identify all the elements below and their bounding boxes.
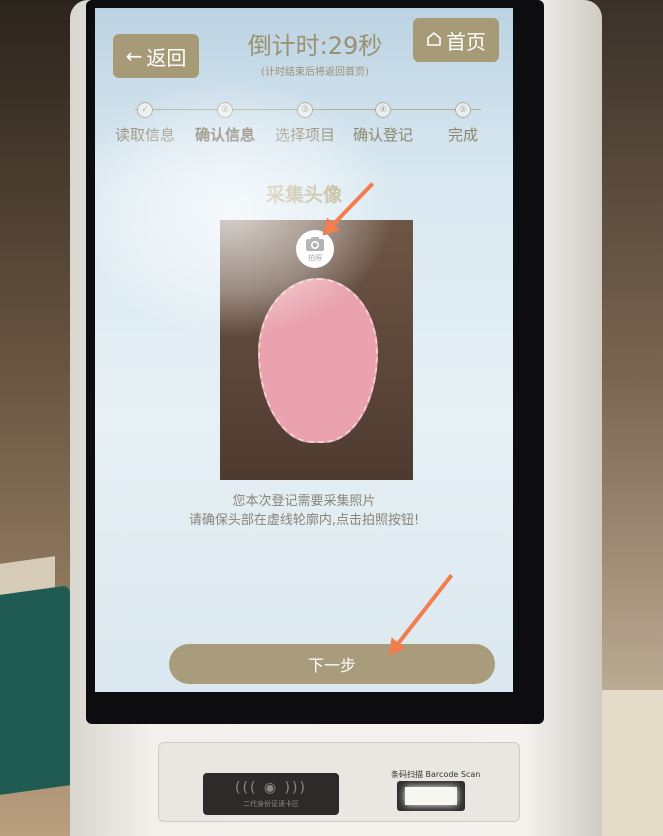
camera-caption: 拍照: [308, 253, 322, 262]
reader-caption: 二代身份证读卡区: [243, 799, 299, 808]
countdown-note: (计时结束后将返回首页): [261, 67, 369, 78]
barcode-scanner: [397, 781, 465, 811]
home-button[interactable]: 首页: [413, 18, 499, 62]
next-step-label: 下一步: [307, 656, 356, 675]
camera-preview: 拍照: [220, 220, 413, 480]
id-card-reader: ((( ◉ ))) 二代身份证读卡区: [203, 773, 339, 815]
instruction-line-2: 请确保头部在虚线轮廓内,点击拍照按钮!: [188, 513, 420, 528]
step-marker: ②: [217, 102, 233, 118]
kiosk-screen: ← 返回 倒计时:29秒 (计时结束后将返回首页) 首页 ✓ 读取信息 ② 确认…: [95, 8, 513, 692]
step-marker: ⑤: [455, 102, 471, 118]
step-complete: ⑤ 完成: [423, 100, 503, 145]
arrow-left-icon: ←: [125, 44, 143, 68]
step-read-info: ✓ 读取信息: [105, 100, 185, 145]
step-select-item: ③ 选择项目: [265, 100, 345, 145]
scan-label: 条码扫描 Barcode Scan: [391, 770, 481, 779]
step-marker: ④: [375, 102, 391, 118]
step-label: 选择项目: [274, 126, 335, 144]
step-label: 完成: [447, 126, 478, 144]
step-confirm-info: ② 确认信息: [185, 100, 265, 145]
home-icon: [426, 28, 442, 52]
step-marker: ✓: [137, 102, 153, 118]
home-label: 首页: [446, 29, 486, 54]
step-label: 读取信息: [114, 126, 175, 144]
head-outline: [258, 278, 378, 443]
table-edge: [0, 585, 70, 795]
step-marker: ③: [297, 102, 313, 118]
step-label: 确认登记: [352, 126, 413, 144]
progress-steps: ✓ 读取信息 ② 确认信息 ③ 选择项目 ④ 确认登记 ⑤ 完成: [113, 100, 503, 160]
hardware-panel: ((( ◉ ))) 二代身份证读卡区 条码扫描 Barcode Scan: [158, 742, 520, 822]
scanner-window: [405, 787, 457, 805]
back-label: 返回: [146, 45, 187, 70]
next-step-button[interactable]: 下一步: [169, 644, 495, 684]
instruction-line-1: 您本次登记需要采集照片: [232, 494, 376, 509]
capture-title: 采集头像: [265, 184, 342, 206]
step-confirm-register: ④ 确认登记: [343, 100, 423, 145]
countdown-title: 倒计时:29秒: [247, 32, 383, 60]
nfc-icon: ((( ◉ ))): [235, 779, 307, 796]
back-button[interactable]: ← 返回: [113, 34, 199, 78]
step-label: 确认信息: [194, 126, 255, 144]
countdown: 倒计时:29秒 (计时结束后将返回首页): [215, 26, 415, 78]
camera-icon: [306, 236, 324, 251]
